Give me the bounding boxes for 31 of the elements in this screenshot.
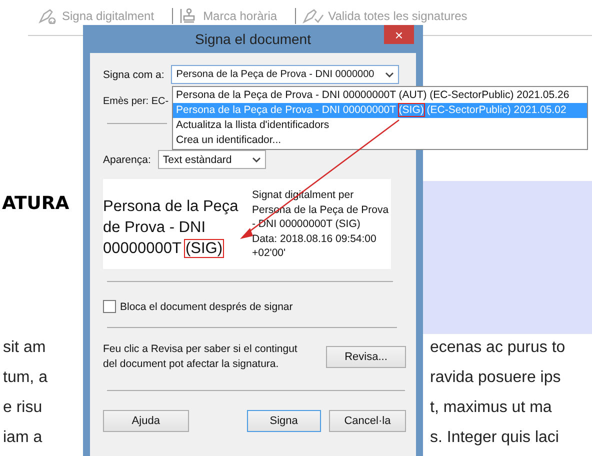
appearance-dropdown[interactable]: Text estàndard xyxy=(158,150,266,169)
paragraph-text: t, maximus ut ma xyxy=(430,399,553,418)
paragraph-text: ecenas ac purus to xyxy=(430,339,566,358)
pen-icon xyxy=(38,8,58,24)
dropdown-option[interactable]: Actualitza la llista d'identificadors xyxy=(173,118,587,133)
sign-button[interactable]: Signa xyxy=(246,410,321,432)
sign-as-dropdown[interactable]: Persona de la Peça de Prova - DNI 0000000 xyxy=(171,65,400,84)
field-label: Signa com a: xyxy=(103,68,164,80)
dropdown-option[interactable]: Persona de la Peça de Prova - DNI 00000000T (AUT) (EC-SectorPublic) 2021.05.26 xyxy=(173,88,587,103)
review-button[interactable]: Revisa... xyxy=(326,346,406,368)
paragraph-text: ravida posuere ips xyxy=(430,369,562,388)
page-heading: ATURA xyxy=(2,193,70,214)
cancel-button[interactable]: Cancel·la xyxy=(328,410,406,432)
checkbox-label: Bloca el document després de signar xyxy=(120,300,293,312)
issuer-label: Emès per: EC- xyxy=(103,96,169,107)
review-hint: Feu clic a Revisa per saber si el contingut del document pot afectar la signatura. xyxy=(103,342,298,372)
paragraph-text: iam a xyxy=(3,429,42,448)
chevron-down-icon xyxy=(252,156,261,162)
paragraph-text: tum, a xyxy=(3,369,48,388)
paragraph-text: sit am xyxy=(3,339,46,358)
chevron-down-icon xyxy=(385,72,394,78)
help-button[interactable]: Ajuda xyxy=(103,410,189,432)
paragraph-text: s. Integer quis laci xyxy=(430,429,560,448)
paragraph-text: e risu xyxy=(3,399,42,418)
close-button[interactable]: × xyxy=(384,25,414,44)
dropdown-option[interactable]: Crea un identificador... xyxy=(173,133,587,148)
field-label: Aparença: xyxy=(103,154,151,166)
checkbox[interactable] xyxy=(103,300,116,313)
pen-check-icon xyxy=(302,8,324,24)
signer-name: Persona de la Peça de Prova - DNI 00000000T (SIG) xyxy=(103,197,240,259)
dialog-title: Signa el document xyxy=(195,31,311,47)
